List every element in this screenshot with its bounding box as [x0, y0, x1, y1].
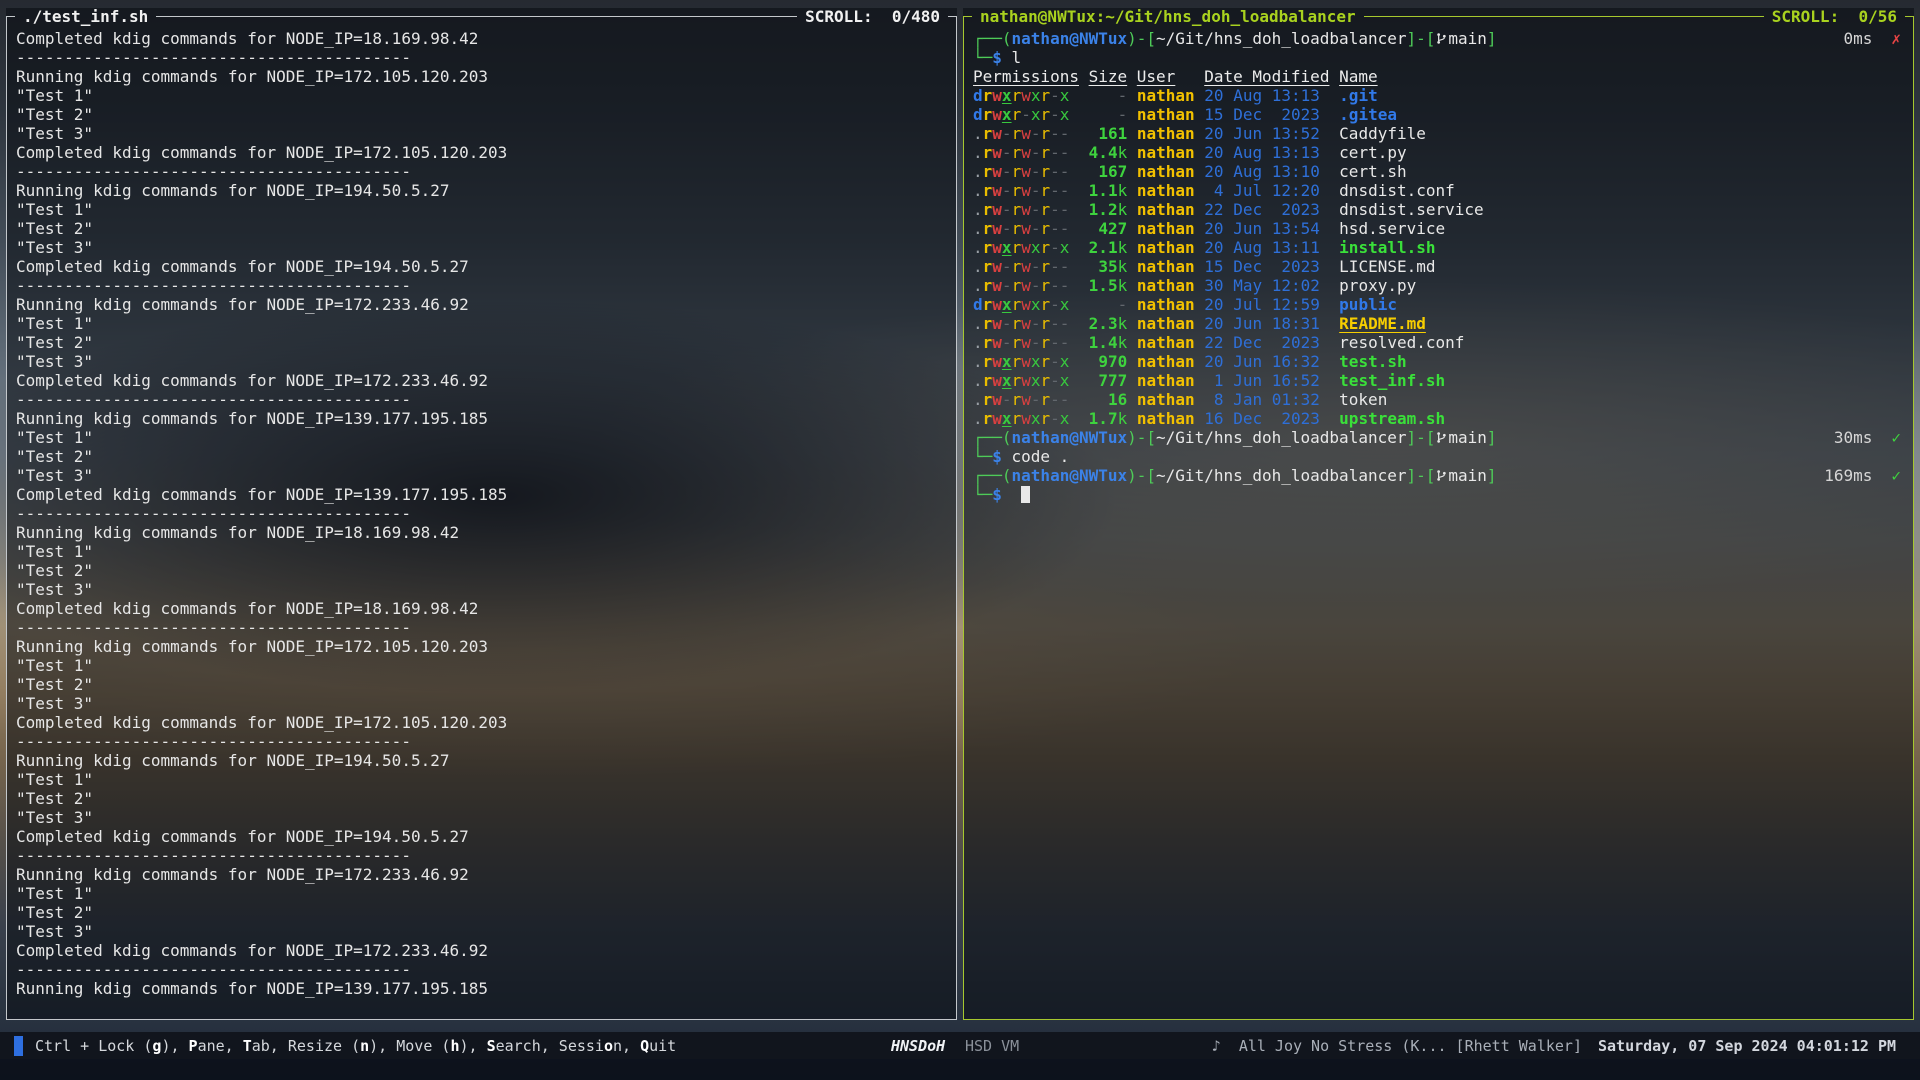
keybindings: Ctrl + Lock (g), Pane, Tab, Resize (n), … [35, 1037, 676, 1055]
pane-shell[interactable]: nathan@NWTux:~/Git/hns_doh_loadbalancer … [963, 8, 1914, 1020]
prompt-block-3: ┌──(nathan@NWTux)-[~/Git/hns_doh_loadbal… [973, 466, 1901, 504]
file-row: .rw-rw-r-- 1.1k nathan 4 Jul 12:20 dnsdi… [973, 181, 1901, 200]
pane-border-line [1364, 16, 1764, 17]
file-row: .rw-rw-r-- 1.4k nathan 22 Dec 2023 resol… [973, 333, 1901, 352]
prompt-block-2: ┌──(nathan@NWTux)-[~/Git/hns_doh_loadbal… [973, 428, 1901, 466]
file-row: .rwxrwxr-x 1.7k nathan 16 Dec 2023 upstr… [973, 409, 1901, 428]
left-pane-titlebar: ./test_inf.sh SCROLL: 0/480 [6, 8, 957, 24]
git-branch-icon [1435, 468, 1448, 483]
file-row: drwxrwxr-x - nathan 20 Jul 12:59 public [973, 295, 1901, 314]
now-playing: ♪ All Joy No Stress (K... [Rhett Walker] [1212, 1037, 1582, 1055]
prefix-indicator [14, 1036, 23, 1056]
tmux-status-bar: Ctrl + Lock (g), Pane, Tab, Resize (n), … [0, 1032, 1920, 1059]
file-listing: Permissions Size User Date Modified Name… [973, 67, 1901, 428]
file-row: .rwxrwxr-x 2.1k nathan 20 Aug 13:11 inst… [973, 238, 1901, 257]
clock: Saturday, 07 Sep 2024 04:01:12 PM [1598, 1037, 1896, 1055]
file-row: .rw-rw-r-- 1.5k nathan 30 May 12:02 prox… [973, 276, 1901, 295]
listing-rows: drwxrwxr-x - nathan 20 Aug 13:13 .gitdrw… [973, 86, 1901, 428]
bottom-strip [0, 1059, 1920, 1080]
terminal-cursor [1021, 486, 1030, 503]
file-row: drwxr-xr-x - nathan 15 Dec 2023 .gitea [973, 105, 1901, 124]
file-row: .rw-rw-r-- 427 nathan 20 Jun 13:54 hsd.s… [973, 219, 1901, 238]
left-scroll-indicator: SCROLL: 0/480 [797, 8, 948, 25]
pane-test-inf-script[interactable]: ./test_inf.sh SCROLL: 0/480 Completed kd… [6, 8, 957, 1020]
music-note-icon: ♪ [1212, 1037, 1221, 1055]
file-row: .rwxrwxr-x 777 nathan 1 Jun 16:52 test_i… [973, 371, 1901, 390]
git-branch-icon [1435, 430, 1448, 445]
pane-border-corner [963, 16, 972, 32]
file-row: .rw-rw-r-- 1.2k nathan 22 Dec 2023 dnsdi… [973, 200, 1901, 219]
file-row: .rw-rw-r-- 16 nathan 8 Jan 01:32 token [973, 390, 1901, 409]
right-pane-titlebar: nathan@NWTux:~/Git/hns_doh_loadbalancer … [963, 8, 1914, 24]
listing-header: Permissions Size User Date Modified Name [973, 67, 1901, 86]
shell-terminal[interactable]: ┌──(nathan@NWTux)-[~/Git/hns_doh_loadbal… [963, 24, 1914, 1020]
pane-border-corner [948, 16, 957, 32]
left-pane-title: ./test_inf.sh [15, 8, 156, 25]
file-row: drwxrwxr-x - nathan 20 Aug 13:13 .git [973, 86, 1901, 105]
prompt-block-1: ┌──(nathan@NWTux)-[~/Git/hns_doh_loadbal… [973, 29, 1901, 67]
file-row: .rwxrwxr-x 970 nathan 20 Jun 16:32 test.… [973, 352, 1901, 371]
left-pane-output: Completed kdig commands for NODE_IP=18.1… [6, 24, 957, 1020]
file-row: .rw-rw-r-- 35k nathan 15 Dec 2023 LICENS… [973, 257, 1901, 276]
session-name: HNSDoH [891, 1037, 945, 1055]
file-row: .rw-rw-r-- 167 nathan 20 Aug 13:10 cert.… [973, 162, 1901, 181]
git-branch-icon [1435, 31, 1448, 46]
pane-border-corner [6, 16, 15, 32]
file-row: .rw-rw-r-- 161 nathan 20 Jun 13:52 Caddy… [973, 124, 1901, 143]
file-row: .rw-rw-r-- 2.3k nathan 20 Jun 18:31 READ… [973, 314, 1901, 333]
pane-border-line [156, 16, 797, 17]
pane-border-corner [1905, 16, 1914, 32]
right-pane-title: nathan@NWTux:~/Git/hns_doh_loadbalancer [972, 8, 1364, 25]
file-row: .rw-rw-r-- 4.4k nathan 20 Aug 13:13 cert… [973, 143, 1901, 162]
host-label: HSD VM [965, 1037, 1019, 1055]
right-scroll-indicator: SCROLL: 0/56 [1764, 8, 1905, 25]
